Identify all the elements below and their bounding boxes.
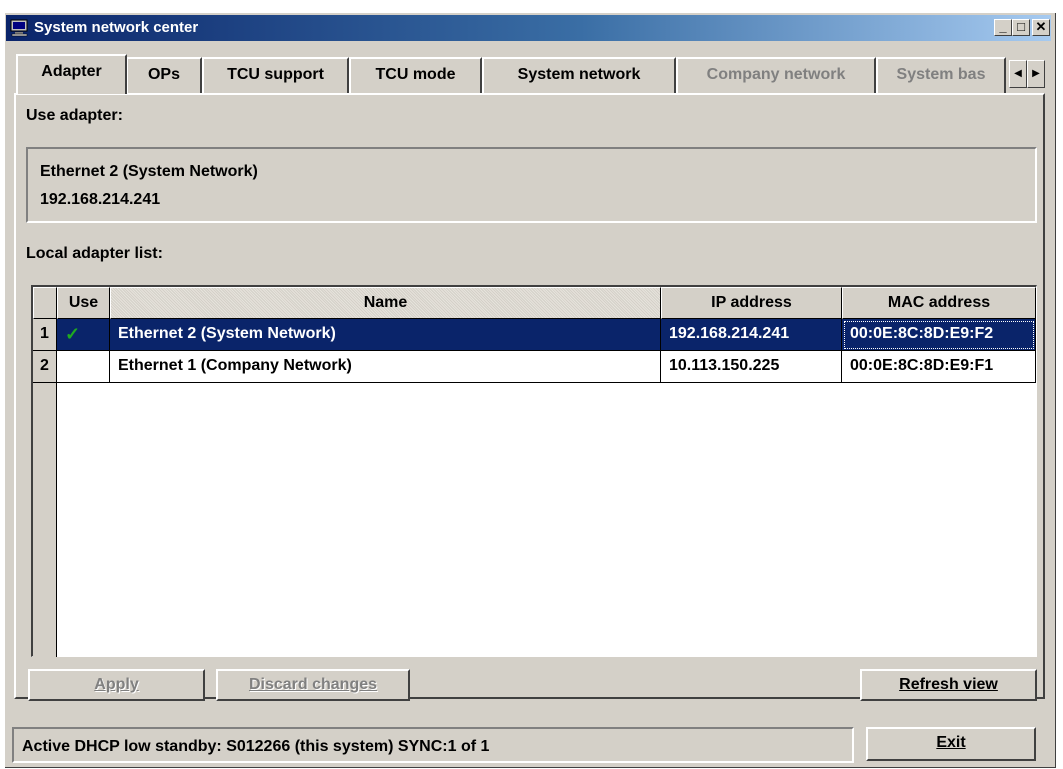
- tab-ops[interactable]: OPs: [126, 57, 202, 93]
- close-button[interactable]: ✕: [1032, 19, 1050, 36]
- tab-system-base[interactable]: System bas: [876, 57, 1006, 93]
- row-number-header: [33, 287, 57, 319]
- apply-button[interactable]: Apply: [28, 669, 205, 701]
- local-adapter-list-label: Local adapter list:: [26, 245, 163, 262]
- use-adapter-label: Use adapter:: [26, 107, 123, 124]
- ip-cell[interactable]: 192.168.214.241: [661, 319, 842, 351]
- minimize-button[interactable]: _: [994, 19, 1012, 36]
- tab-system-network[interactable]: System network: [482, 57, 676, 93]
- status-bar: Active DHCP low standby: S012266 (this s…: [12, 727, 854, 763]
- tab-adapter[interactable]: Adapter: [16, 54, 127, 94]
- checkmark-icon: ✓: [65, 324, 81, 344]
- window-title: System network center: [34, 19, 199, 36]
- row-header-gutter: [33, 383, 57, 657]
- tab-tcu-support[interactable]: TCU support: [202, 57, 349, 93]
- maximize-button[interactable]: □: [1012, 19, 1030, 36]
- computer-icon: [10, 19, 28, 37]
- use-adapter-box: Ethernet 2 (System Network) 192.168.214.…: [26, 147, 1037, 223]
- mac-cell[interactable]: 00:0E:8C:8D:E9:F1: [842, 351, 1036, 383]
- name-cell[interactable]: Ethernet 1 (Company Network): [110, 351, 661, 383]
- table-row[interactable]: 1 ✓ Ethernet 2 (System Network) 192.168.…: [33, 319, 1036, 351]
- use-cell[interactable]: [57, 351, 110, 383]
- exit-button-label: Exit: [936, 734, 966, 751]
- refresh-button-label: Refresh view: [899, 676, 998, 693]
- apply-button-label: Apply: [94, 676, 139, 693]
- name-cell[interactable]: Ethernet 2 (System Network): [110, 319, 661, 351]
- discard-changes-button[interactable]: Discard changes: [216, 669, 410, 701]
- use-adapter-name: Ethernet 2 (System Network): [40, 163, 258, 180]
- tab-tcu-mode[interactable]: TCU mode: [349, 57, 482, 93]
- row-number: 1: [33, 319, 57, 351]
- refresh-view-button[interactable]: Refresh view: [860, 669, 1037, 701]
- use-cell[interactable]: ✓: [57, 319, 110, 351]
- row-number: 2: [33, 351, 57, 383]
- use-adapter-ip: 192.168.214.241: [40, 191, 161, 208]
- column-header-name[interactable]: Name: [110, 287, 661, 319]
- tab-company-network[interactable]: Company network: [676, 57, 876, 93]
- exit-button[interactable]: Exit: [866, 727, 1036, 761]
- column-header-ip[interactable]: IP address: [661, 287, 842, 319]
- discard-button-label: Discard changes: [248, 676, 378, 693]
- adapter-table[interactable]: Use Name IP address MAC address 1 ✓ Ethe…: [31, 285, 1037, 657]
- table-header: Use Name IP address MAC address: [33, 287, 1036, 319]
- tab-scroll-left-button[interactable]: ◀: [1009, 60, 1027, 88]
- title-bar[interactable]: System network center _ □ ✕: [6, 15, 1051, 41]
- ip-cell[interactable]: 10.113.150.225: [661, 351, 842, 383]
- tab-scroll-right-button[interactable]: ▶: [1027, 60, 1045, 88]
- column-header-mac[interactable]: MAC address: [842, 287, 1036, 319]
- column-header-use[interactable]: Use: [57, 287, 110, 319]
- mac-cell[interactable]: 00:0E:8C:8D:E9:F2: [842, 319, 1036, 351]
- table-row[interactable]: 2 Ethernet 1 (Company Network) 10.113.15…: [33, 351, 1036, 383]
